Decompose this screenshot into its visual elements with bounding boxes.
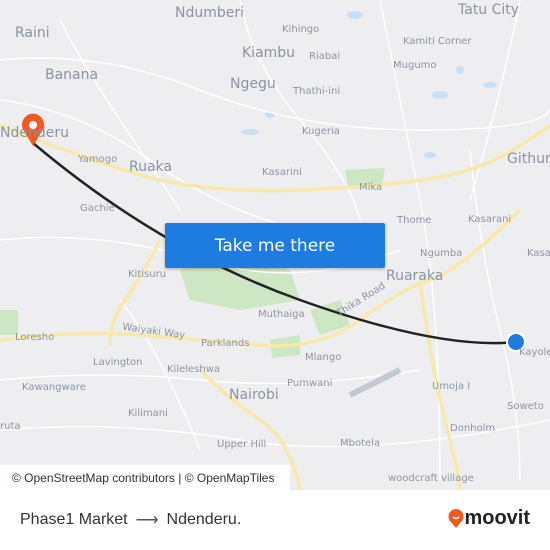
map-attribution[interactable]: © OpenStreetMap contributors | © OpenMap…: [0, 465, 290, 490]
map-label: Parklands: [201, 338, 250, 349]
map-label: Ruaraka: [386, 268, 444, 284]
map-label: Mlango: [305, 352, 342, 363]
map-label: Kilimani: [128, 408, 168, 419]
map-label: Tatu City: [458, 2, 520, 18]
map-label: Kitisuru: [128, 269, 167, 280]
moovit-pin-icon: [448, 508, 464, 528]
map-label: Donholm: [450, 423, 496, 434]
map-label: Yamogo: [78, 154, 118, 165]
map-label: Ndumberi: [175, 5, 245, 21]
map-label: Mugumo: [393, 60, 437, 71]
map-label: Pumwani: [287, 378, 333, 389]
map-label: Nairobi: [229, 387, 279, 403]
arrow-right-icon: ⟶: [135, 512, 159, 529]
moovit-wordmark: moovit: [464, 507, 530, 529]
map-label: Upper Hill: [217, 439, 267, 450]
map-label: Loresho: [15, 332, 55, 343]
moovit-logo: moovit: [448, 507, 530, 530]
map-label: Kayole: [519, 347, 550, 358]
map-label: Ruaka: [129, 159, 172, 175]
airport: [348, 367, 402, 398]
map-label: Kawangware: [22, 382, 86, 393]
map-label: Umoja I: [432, 381, 471, 392]
map-label: Mbotela: [340, 438, 381, 449]
map-label: Ngumba: [420, 248, 463, 259]
map-label: Kiambu: [242, 45, 296, 61]
water-bodies: [241, 11, 497, 158]
map-label: Kihingo: [282, 24, 320, 35]
map-label: Lavington: [93, 357, 143, 368]
map[interactable]: Ndumberi Tatu City Raini Kihingo Kiambu …: [0, 0, 550, 490]
map-label: Ndenderu: [0, 125, 69, 141]
map-label: Kasarani: [468, 214, 512, 225]
destination-name: Ndenderu.: [166, 511, 242, 528]
map-label: woodcraft village: [388, 473, 474, 484]
map-label: Riabai: [309, 51, 341, 62]
map-label: Kamiti Corner: [403, 36, 472, 47]
map-label: Kasarini: [262, 167, 302, 178]
map-label: Ngegu: [230, 76, 276, 92]
map-label: ruta: [0, 421, 21, 432]
take-me-there-button[interactable]: Take me there: [165, 223, 385, 268]
map-label: Soweto: [507, 401, 544, 412]
map-label: Gachie: [80, 203, 115, 214]
map-label: Githur: [507, 151, 550, 167]
map-label: Thathi-ini: [293, 86, 341, 97]
origin-name: Phase1 Market: [20, 511, 128, 528]
map-label: Thome: [397, 215, 432, 226]
map-label: Kileleshwa: [167, 364, 221, 375]
map-label: Kasa: [527, 248, 550, 259]
map-label: Raini: [15, 25, 50, 41]
map-label: Banana: [45, 67, 99, 83]
map-label: Muthaiga: [258, 309, 305, 320]
map-label: Kugeria: [302, 126, 340, 137]
map-label: Mika: [359, 182, 383, 193]
